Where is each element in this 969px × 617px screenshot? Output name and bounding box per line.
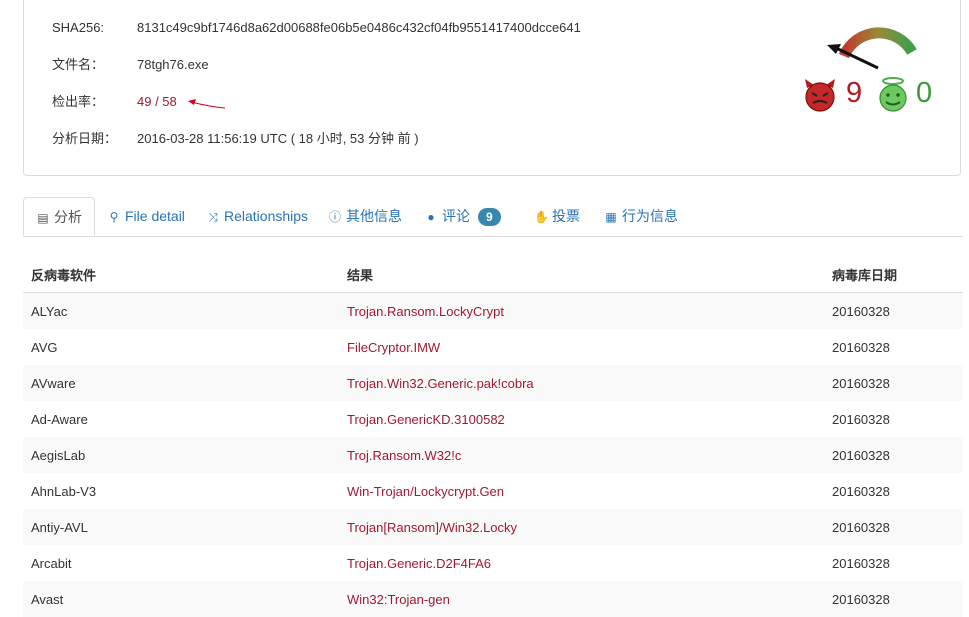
comment-icon: ● [427,210,435,224]
tab-votes[interactable]: ✋ 投票 [534,197,580,236]
tab-comments[interactable]: ● 评论 9 [424,197,501,236]
tab-label: 投票 [552,208,580,224]
detection-result: FileCryptor.IMW [347,339,441,355]
table-row: Avast Win32:Trojan-gen 20160328 [23,581,963,617]
detection-label: 检出率： [52,94,105,109]
update-date: 20160328 [824,509,963,545]
table-row: AhnLab-V3 Win-Trojan/Lockycrypt.Gen 2016… [23,473,963,509]
sha256-value: 8131c49c9bf1746d8a62d00688fe06b5e0486c43… [137,20,581,35]
header-update-date[interactable]: 病毒库日期 [824,256,963,293]
detection-result: Trojan.Generic.D2F4FA6 [347,555,492,571]
update-date: 20160328 [824,581,963,617]
sha256-label: SHA256: [52,20,105,35]
malicious-votes-count: 9 [846,77,863,109]
table-row: AVG FileCryptor.IMW 20160328 [23,329,963,365]
gauge-needle [835,46,879,70]
tab-label: File detail [125,208,185,224]
filename-label: 文件名： [52,57,105,72]
film-icon: ▦ [605,210,617,224]
filename-value: 78tgh76.exe [137,57,209,72]
search-icon: ⚲ [109,210,119,224]
engine-name: Antiy-AVL [23,509,339,545]
detection-result: Trojan.Win32.Generic.pak!cobra [339,365,824,401]
table-row: AVware Trojan.Win32.Generic.pak!cobra 20… [23,365,963,401]
analysis-date: 2016-03-28 11:56:19 UTC ( 18 小时, 53 分钟 前… [137,131,419,146]
update-date: 20160328 [832,339,890,355]
table-row: Antiy-AVL Trojan[Ransom]/Win32.Locky 201… [23,509,963,545]
detection-result: Win32:Trojan-gen [339,581,824,617]
engine-name: Arcabit [31,555,72,571]
tab-relationships[interactable]: ⤨ Relationships [206,197,308,236]
table-row: Arcabit Trojan.Generic.D2F4FA6 20160328 [23,545,963,581]
comments-count-badge: 9 [478,208,501,226]
tab-behavior[interactable]: ▦ 行为信息 [604,197,678,236]
shuffle-icon: ⤨ [208,210,218,224]
detection-result: Trojan[Ransom]/Win32.Locky [339,509,824,545]
tab-label: Relationships [224,208,309,224]
table-row: Ad-Aware Trojan.GenericKD.3100582 201603… [23,401,963,437]
table-row: AegisLab Troj.Ransom.W32!c 20160328 [23,437,963,473]
update-date: 20160328 [824,365,963,401]
date-label: 分析日期： [52,131,118,146]
engine-name: AVG [31,339,58,355]
update-date: 20160328 [832,555,890,571]
engine-name: AVware [23,365,339,401]
header-result[interactable]: 结果 [339,256,824,293]
tab-analysis[interactable]: ▤ 分析 [23,197,95,236]
detection-result: Trojan.GenericKD.3100582 [347,411,505,427]
engine-name: AegisLab [23,437,339,473]
av-results-table: 反病毒软件 结果 病毒库日期 ALYac Trojan.Ransom.Locky… [23,256,963,617]
update-date: 20160328 [832,483,890,499]
engine-name: AhnLab-V3 [31,483,97,499]
tab-label: 其他信息 [346,208,402,224]
info-icon: ⓘ [328,210,341,224]
header-engine[interactable]: 反病毒软件 [23,256,339,293]
detection-result: Win-Trojan/Lockycrypt.Gen [347,483,505,499]
tab-label: 分析 [54,209,82,225]
tab-file-detail[interactable]: ⚲ File detail [107,197,185,236]
detection-result: Troj.Ransom.W32!c [339,437,824,473]
table-row: ALYac Trojan.Ransom.LockyCrypt 20160328 [23,292,963,329]
thumbs-down-icon: ✋ [534,210,549,224]
tab-other-info[interactable]: ⓘ 其他信息 [328,197,402,236]
update-date: 20160328 [832,411,890,427]
engine-name: Avast [23,581,339,617]
harmless-votes-count: 0 [916,77,933,109]
engine-name: ALYac [23,292,339,329]
tab-label: 评论 [442,208,470,224]
malicious-devil-icon[interactable] [803,78,837,112]
annotation-arrow-icon [188,99,226,109]
update-date: 20160328 [824,292,963,329]
harmless-angel-icon[interactable] [876,76,910,112]
detection-result: Trojan.Ransom.LockyCrypt [339,292,824,329]
table-icon: ▤ [37,211,49,225]
tab-label: 行为信息 [622,208,678,224]
detection-ratio: 49 / 58 [137,94,177,109]
update-date: 20160328 [824,437,963,473]
tab-bar: ▤ 分析 ⚲ File detail ⤨ Relationships ⓘ 其他信息 ● 评… [23,197,963,237]
table-header-row: 反病毒软件 结果 病毒库日期 [23,256,963,293]
engine-name: Ad-Aware [31,411,88,427]
